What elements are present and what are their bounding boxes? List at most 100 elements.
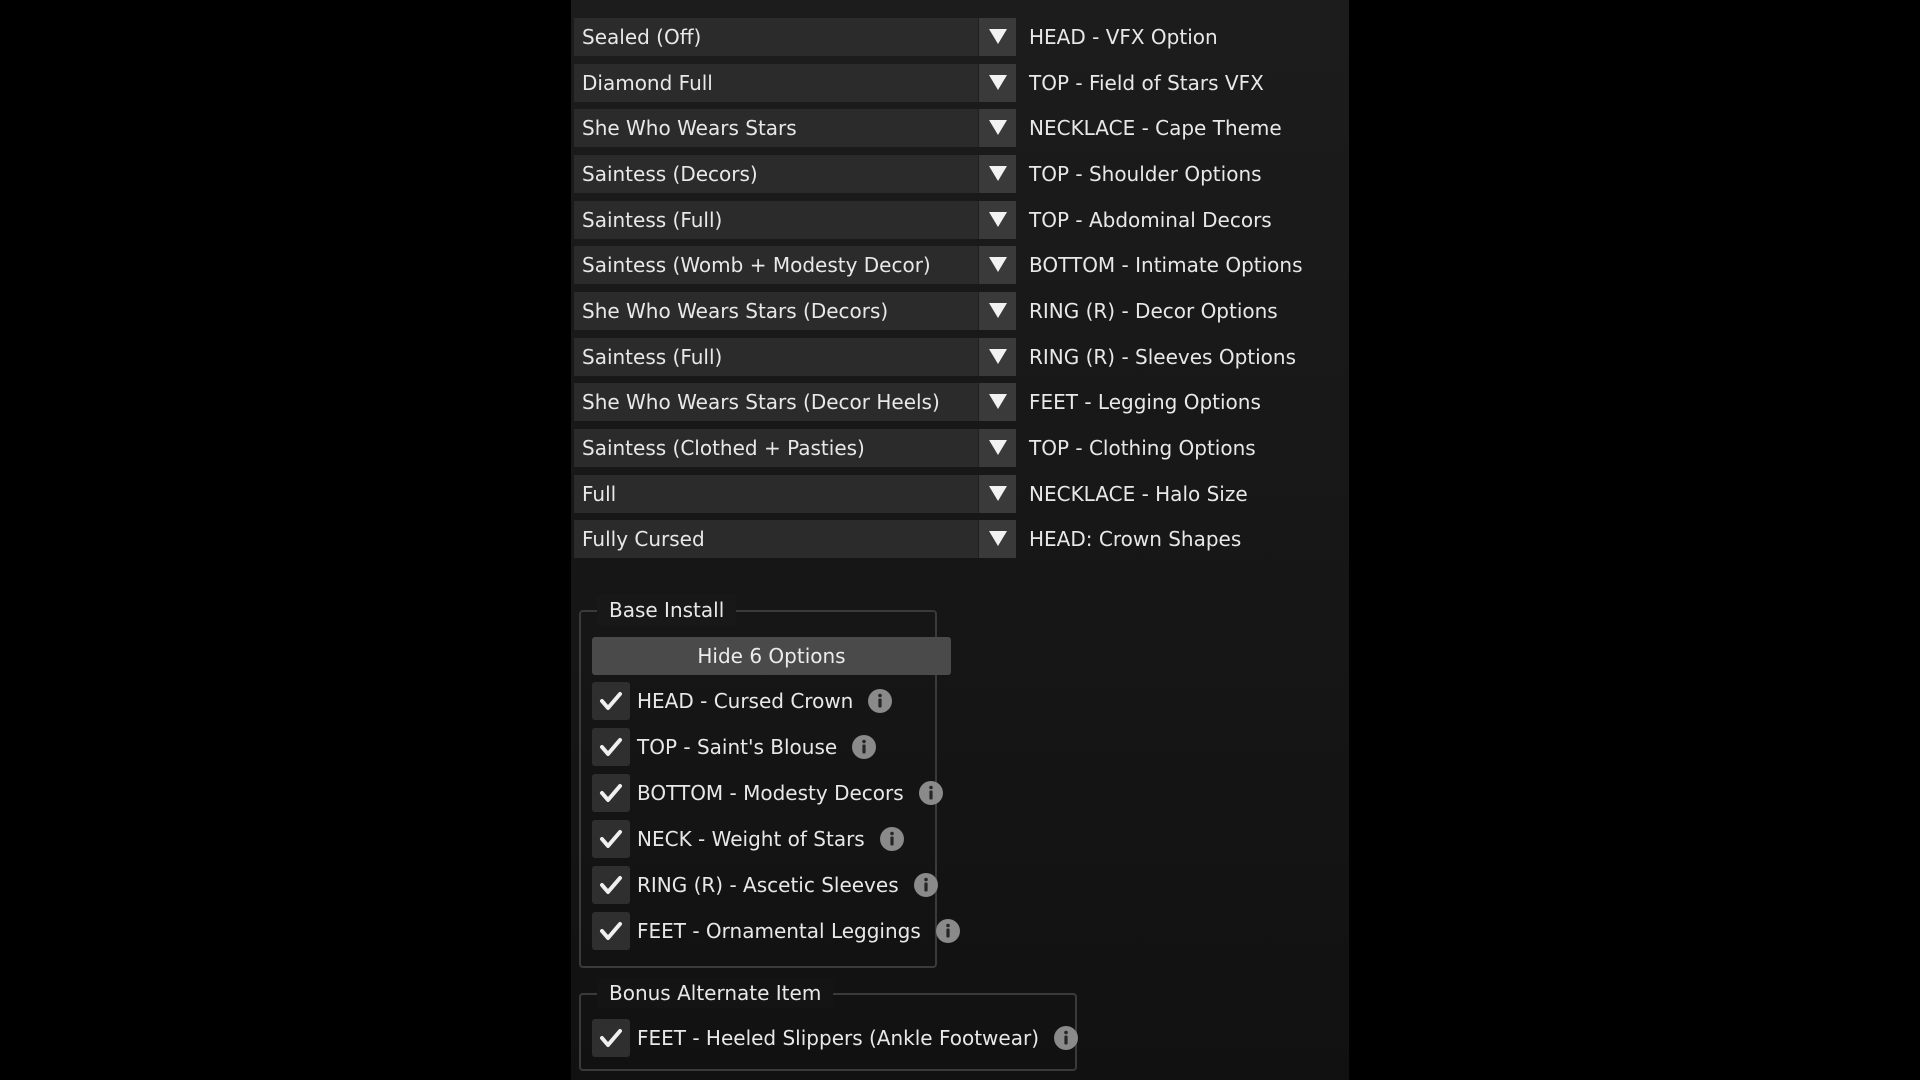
option-label: TOP - Shoulder Options [1029, 161, 1262, 186]
option-dropdown[interactable]: She Who Wears Stars (Decor Heels) [574, 383, 1016, 422]
dropdown-toggle-button[interactable] [978, 520, 1016, 559]
chevron-down-icon [989, 211, 1007, 227]
option-row: Saintess (Clothed + Pasties) TOP - Cloth… [574, 428, 1344, 467]
option-row: Full NECKLACE - Halo Size [574, 474, 1344, 513]
info-icon[interactable] [913, 872, 939, 898]
option-dropdown[interactable]: Full [574, 474, 1016, 513]
info-icon[interactable] [867, 688, 893, 714]
option-dropdown[interactable]: Diamond Full [574, 63, 1016, 102]
checkmark-icon [600, 830, 622, 848]
dropdown-toggle-button[interactable] [978, 337, 1016, 376]
dropdown-value: Sealed (Off) [582, 25, 702, 49]
dropdown-value: Diamond Full [582, 70, 713, 95]
dropdown-toggle-button[interactable] [978, 63, 1016, 102]
option-label: RING (R) - Decor Options [1029, 298, 1278, 323]
checkbox[interactable] [592, 1019, 630, 1057]
option-dropdown[interactable]: Saintess (Decors) [574, 154, 1016, 193]
option-row: She Who Wears Stars (Decor Heels) FEET -… [574, 383, 1344, 422]
info-icon[interactable] [851, 734, 877, 760]
option-label: TOP - Abdominal Decors [1029, 207, 1272, 232]
option-label: RING (R) - Sleeves Options [1029, 344, 1296, 369]
option-dropdown[interactable]: She Who Wears Stars [574, 109, 1016, 148]
option-list: Sealed (Off) HEAD - VFX Option Diamond F… [574, 18, 1344, 566]
chevron-down-icon [989, 165, 1007, 181]
dropdown-value: Saintess (Clothed + Pasties) [582, 435, 865, 460]
dropdown-value: She Who Wears Stars [582, 116, 797, 141]
option-dropdown[interactable]: Saintess (Clothed + Pasties) [574, 428, 1016, 467]
chevron-down-icon [989, 348, 1007, 364]
dropdown-toggle-button[interactable] [978, 383, 1016, 422]
settings-panel: Sealed (Off) HEAD - VFX Option Diamond F… [571, 0, 1349, 1080]
dropdown-value: Saintess (Womb + Modesty Decor) [582, 253, 931, 278]
dropdown-value: Full [582, 481, 617, 506]
chevron-down-icon [989, 74, 1007, 90]
bonus-alternate-group: Bonus Alternate Item FEET - Heeled Slipp… [579, 978, 1079, 1071]
dropdown-value: Saintess (Full) [582, 207, 723, 232]
checkbox-label: FEET - Heeled Slippers (Ankle Footwear) [637, 1026, 1040, 1050]
dropdown-toggle-button[interactable] [978, 200, 1016, 239]
checkbox-label: RING (R) - Ascetic Sleeves [637, 873, 899, 897]
checkmark-icon [600, 692, 622, 710]
dropdown-toggle-button[interactable] [978, 474, 1016, 513]
checkbox[interactable] [592, 682, 630, 720]
checkbox-label: HEAD - Cursed Crown [637, 689, 854, 713]
option-dropdown[interactable]: Fully Cursed [574, 520, 1016, 559]
dropdown-toggle-button[interactable] [978, 428, 1016, 467]
dropdown-value: Fully Cursed [582, 527, 705, 552]
option-label: TOP - Field of Stars VFX [1029, 70, 1264, 95]
option-row: Sealed (Off) HEAD - VFX Option [574, 18, 1344, 56]
option-dropdown[interactable]: Saintess (Full) [574, 337, 1016, 376]
dropdown-value: Saintess (Full) [582, 344, 723, 369]
chevron-down-icon [989, 394, 1007, 410]
hide-options-button[interactable]: Hide 6 Options [592, 637, 951, 675]
option-label: NECKLACE - Cape Theme [1029, 116, 1282, 141]
chevron-down-icon [989, 120, 1007, 136]
option-label: FEET - Legging Options [1029, 390, 1261, 415]
dropdown-toggle-button[interactable] [978, 154, 1016, 193]
group-title: Bonus Alternate Item [597, 978, 834, 1008]
option-row: Saintess (Womb + Modesty Decor) BOTTOM -… [574, 246, 1344, 285]
checkmark-icon [600, 876, 622, 894]
option-dropdown[interactable]: Saintess (Womb + Modesty Decor) [574, 246, 1016, 285]
info-icon[interactable] [918, 780, 944, 806]
dropdown-toggle-button[interactable] [978, 291, 1016, 330]
checkbox[interactable] [592, 866, 630, 904]
checkbox-label: NECK - Weight of Stars [637, 827, 865, 851]
base-install-group: Base Install Hide 6 Options HEAD - Curse… [579, 595, 960, 968]
checkbox[interactable] [592, 912, 630, 950]
chevron-down-icon [989, 257, 1007, 273]
option-label: HEAD: Crown Shapes [1029, 527, 1242, 552]
dropdown-toggle-button[interactable] [978, 109, 1016, 148]
checkbox[interactable] [592, 820, 630, 858]
option-row: She Who Wears Stars NECKLACE - Cape Them… [574, 109, 1344, 148]
checkmark-icon [600, 738, 622, 756]
option-row: Saintess (Decors) TOP - Shoulder Options [574, 154, 1344, 193]
option-row: Diamond Full TOP - Field of Stars VFX [574, 63, 1344, 102]
option-row: She Who Wears Stars (Decors) RING (R) - … [574, 291, 1344, 330]
checkbox-label: BOTTOM - Modesty Decors [637, 781, 904, 805]
checkmark-icon [600, 784, 622, 802]
option-row: Fully Cursed HEAD: Crown Shapes [574, 520, 1344, 559]
info-icon[interactable] [879, 826, 905, 852]
checkmark-icon [600, 922, 622, 940]
checkbox[interactable] [592, 774, 630, 812]
checkbox-label: FEET - Ornamental Leggings [637, 919, 921, 943]
dropdown-toggle-button[interactable] [978, 246, 1016, 285]
option-row: Saintess (Full) TOP - Abdominal Decors [574, 200, 1344, 239]
dropdown-toggle-button[interactable] [978, 18, 1016, 56]
option-dropdown[interactable]: Saintess (Full) [574, 200, 1016, 239]
option-dropdown[interactable]: Sealed (Off) [574, 18, 1016, 56]
info-icon[interactable] [935, 918, 961, 944]
dropdown-value: She Who Wears Stars (Decors) [582, 298, 889, 323]
info-icon[interactable] [1053, 1025, 1079, 1051]
chevron-down-icon [989, 439, 1007, 455]
option-label: TOP - Clothing Options [1029, 435, 1256, 460]
checkmark-icon [600, 1029, 622, 1047]
checkbox[interactable] [592, 728, 630, 766]
option-row: Saintess (Full) RING (R) - Sleeves Optio… [574, 337, 1344, 376]
group-title: Base Install [597, 595, 737, 625]
option-dropdown[interactable]: She Who Wears Stars (Decors) [574, 291, 1016, 330]
checkbox-label: TOP - Saint's Blouse [637, 735, 838, 759]
chevron-down-icon [989, 302, 1007, 318]
dropdown-value: Saintess (Decors) [582, 161, 758, 186]
